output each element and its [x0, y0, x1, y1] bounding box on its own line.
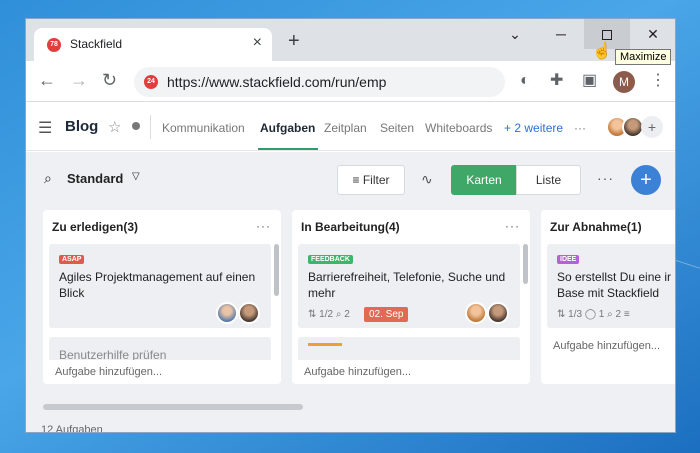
tab-search-button[interactable]: ⌄: [492, 19, 538, 49]
minimize-button[interactable]: ─: [538, 19, 584, 49]
list-view-button[interactable]: Liste: [516, 165, 581, 195]
task-card[interactable]: ASAP Agiles Projektmanagement auf einen …: [49, 244, 271, 328]
filter-icon: ≡: [352, 173, 363, 187]
room-title: Blog: [65, 118, 99, 135]
cards-view-button[interactable]: Karten: [451, 165, 517, 195]
profile-avatar[interactable]: M: [613, 71, 635, 93]
add-task-link[interactable]: Aufgabe hinzufügen...: [304, 366, 411, 378]
card-title: Barrierefreiheit, Telefonie, Suche und m…: [308, 270, 506, 300]
maximize-icon: [602, 30, 612, 41]
column-menu-icon[interactable]: ···: [256, 219, 271, 233]
column-scrollbar[interactable]: [274, 244, 279, 296]
assignee-avatar: [465, 302, 487, 324]
task-board: ⌕ Standard ▽ ≡ Filter ∿ Karten Liste ···…: [26, 152, 675, 433]
column-menu-icon[interactable]: ···: [505, 219, 520, 233]
card-title: So erstellst Du eine ir Base mit Stackfi…: [557, 270, 672, 300]
filter-label: Filter: [362, 173, 390, 187]
chevron-down-icon[interactable]: ▽: [132, 171, 140, 182]
side-panel-icon[interactable]: ▣: [582, 72, 597, 90]
view-selector[interactable]: Standard: [67, 171, 123, 186]
app-header: ☰ Blog ☆ Kommunikation Aufgaben Zeitplan…: [26, 103, 675, 151]
column-scrollbar[interactable]: [523, 244, 528, 284]
add-task-link[interactable]: Aufgabe hinzufügen...: [553, 340, 660, 352]
back-arrow-icon[interactable]: ←: [38, 70, 56, 90]
tab-close-icon[interactable]: ×: [253, 35, 262, 51]
add-task-button[interactable]: +: [631, 165, 661, 195]
assignee-avatar: [216, 302, 238, 324]
add-member-icon[interactable]: +: [641, 116, 663, 138]
more-tabs-link[interactable]: + 2 weitere: [504, 121, 563, 135]
browser-tab[interactable]: 78 Stackfield ×: [34, 28, 272, 61]
reload-icon[interactable]: ↻: [102, 70, 117, 90]
column-title: Zu erledigen(3): [52, 220, 139, 234]
stackfield-favicon-icon: 78: [47, 38, 61, 52]
board-column: In Bearbeitung(4) ··· FEEDBACK Barrieref…: [292, 210, 530, 384]
column-title: In Bearbeitung(4): [301, 220, 400, 234]
tab-strip: 78 Stackfield × + ⌄ ─ ✕: [26, 19, 675, 61]
filter-button[interactable]: ≡ Filter: [337, 165, 405, 195]
nav-overflow-icon[interactable]: ···: [574, 121, 586, 135]
tab-zeitplan[interactable]: Zeitplan: [324, 121, 367, 135]
card-tag: IDEE: [557, 255, 580, 264]
task-card[interactable]: IDEE So erstellst Du eine ir Base mit St…: [547, 244, 675, 328]
tab-aufgaben[interactable]: Aufgaben: [260, 121, 315, 135]
close-window-button[interactable]: ✕: [630, 19, 675, 49]
card-tag-stub: [308, 343, 342, 346]
card-tag: FEEDBACK: [308, 255, 353, 264]
activity-pulse-icon[interactable]: ∿: [421, 171, 433, 188]
status-dot-icon: [132, 122, 140, 130]
browser-window: 78 Stackfield × + ⌄ ─ ✕ Maximize ☝ ← → ↻…: [25, 18, 676, 433]
menu-hamburger-icon[interactable]: ☰: [38, 118, 52, 138]
card-meta: ⇅ 1/3 ◯ 1 ⌕ 2 ≡: [557, 309, 630, 320]
due-date-badge: 02. Sep: [364, 307, 409, 322]
task-count: 12 Aufgaben: [41, 424, 103, 433]
card-tag: ASAP: [59, 255, 85, 264]
favorite-star-icon[interactable]: ☆: [108, 118, 121, 136]
task-card[interactable]: FEEDBACK Barrierefreiheit, Telefonie, Su…: [298, 244, 520, 328]
site-badge-icon: 24: [144, 75, 158, 89]
column-title: Zur Abnahme(1): [550, 220, 642, 234]
board-more-icon[interactable]: ···: [597, 170, 614, 186]
active-tab-indicator: [258, 148, 318, 150]
add-task-link[interactable]: Aufgabe hinzufügen...: [55, 366, 162, 378]
hand-cursor-icon: ☝: [592, 43, 612, 60]
tab-title: Stackfield: [70, 37, 123, 51]
address-bar[interactable]: 24 https://www.stackfield.com/run/emp: [134, 67, 505, 97]
forward-arrow-icon[interactable]: →: [70, 70, 88, 90]
extensions-puzzle-icon[interactable]: ✚: [550, 72, 563, 90]
chrome-menu-icon[interactable]: ⋮: [650, 72, 666, 90]
card-meta: ⇅ 1/2 ⌕ 2: [308, 309, 350, 320]
tab-kommunikation[interactable]: Kommunikation: [162, 121, 245, 135]
card-title: Agiles Projektmanagement auf einen Blick: [59, 270, 256, 300]
maximize-tooltip: Maximize: [615, 49, 672, 65]
url-text: https://www.stackfield.com/run/emp: [167, 74, 387, 90]
assignee-avatar: [238, 302, 260, 324]
password-key-icon[interactable]: ◐: [520, 72, 530, 90]
tab-seiten[interactable]: Seiten: [380, 121, 414, 135]
assignee-avatar: [487, 302, 509, 324]
board-column: Zu erledigen(3) ··· ASAP Agiles Projektm…: [43, 210, 281, 384]
board-horizontal-scrollbar[interactable]: [43, 404, 303, 410]
header-divider: [150, 115, 151, 139]
board-column: Zur Abnahme(1) IDEE So erstellst Du eine…: [541, 210, 675, 384]
tab-whiteboards[interactable]: Whiteboards: [425, 121, 492, 135]
new-tab-button[interactable]: +: [288, 31, 300, 51]
search-icon[interactable]: ⌕: [44, 170, 52, 187]
browser-toolbar: ← → ↻ 24 https://www.stackfield.com/run/…: [26, 61, 675, 102]
